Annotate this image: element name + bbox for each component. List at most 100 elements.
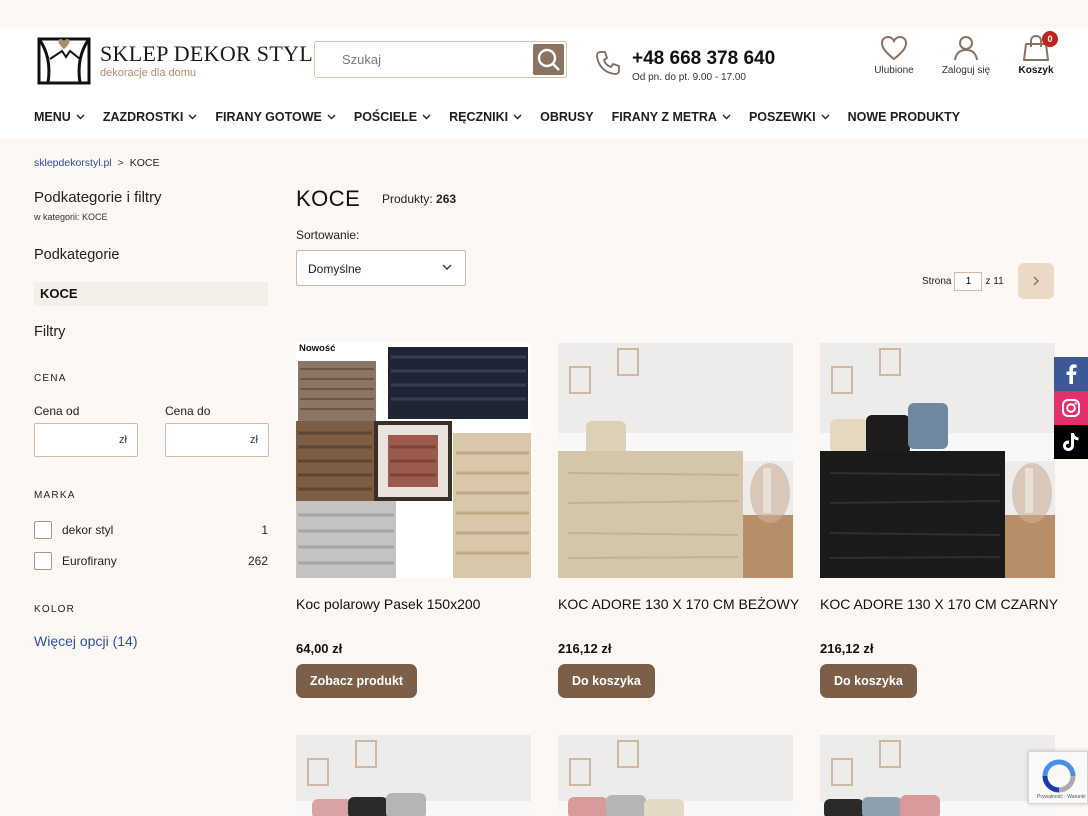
instagram-icon <box>1062 399 1080 417</box>
product-name[interactable]: KOC ADORE 130 X 170 CM BEŻOWY <box>558 596 799 612</box>
add-to-cart-button[interactable]: Do koszyka <box>820 664 917 698</box>
chevron-right-icon <box>1033 276 1039 286</box>
facebook-link[interactable] <box>1054 357 1088 391</box>
add-to-cart-button[interactable]: Do koszyka <box>558 664 655 698</box>
page-total: z 11 <box>985 276 1004 288</box>
nav-label: FIRANY GOTOWE <box>215 110 322 124</box>
sort-label: Sortowanie: <box>296 228 360 242</box>
view-product-button[interactable]: Zobacz produkt <box>296 664 418 698</box>
product-price: 64,00 zł <box>296 641 343 656</box>
category-title: KOCE <box>296 186 361 211</box>
chevron-down-icon <box>422 114 431 120</box>
nav-item-nowe-produkty[interactable]: NOWE PRODUKTY <box>848 107 961 127</box>
price-from-input[interactable]: zł <box>34 423 138 457</box>
logo-title: SKLEP DEKOR STYL <box>100 41 313 66</box>
nav-item-poszewki[interactable]: POSZEWKI <box>749 107 830 127</box>
page-label: Strona <box>922 276 952 288</box>
chevron-down-icon <box>327 114 336 120</box>
search-button[interactable] <box>533 44 564 75</box>
brand-filter-eurofirany[interactable]: Eurofirany 262 <box>34 551 268 571</box>
product-name[interactable]: KOC ADORE 130 X 170 CM CZARNY <box>820 596 1060 612</box>
sort-value: Domyślne <box>308 262 362 276</box>
site-header: SKLEP DEKOR STYL dekoracje dla domu +48 … <box>0 27 1088 139</box>
subcategories-heading: Podkategorie <box>34 247 120 263</box>
search-box <box>314 41 567 78</box>
next-page-button[interactable] <box>1018 263 1054 299</box>
price-to-input[interactable]: zł <box>165 423 269 457</box>
subcategory-item-koce[interactable]: KOCE <box>34 282 268 306</box>
brand-name: dekor styl <box>62 523 114 537</box>
product-name[interactable]: Koc polarowy Pasek 150x200 <box>296 596 536 612</box>
site-logo[interactable]: SKLEP DEKOR STYL dekoracje dla domu <box>36 37 313 85</box>
favorites-label: Ulubione <box>874 65 914 76</box>
nav-label: MENU <box>34 110 71 124</box>
heart-icon <box>880 35 908 61</box>
product-image[interactable] <box>296 343 531 578</box>
brand-section-heading: MARKA <box>34 490 76 501</box>
chevron-down-icon <box>76 114 85 120</box>
product-card[interactable] <box>296 735 531 816</box>
sidebar-subtitle: w kategorii: KOCE <box>34 212 108 222</box>
product-photo-partial <box>296 735 531 816</box>
top-strip <box>0 0 1088 27</box>
brand-filter-dekor-styl[interactable]: dekor styl 1 <box>34 520 268 540</box>
sort-select[interactable]: Domyślne <box>296 250 466 286</box>
brand-count: 262 <box>247 554 268 568</box>
favorites-link[interactable]: Ulubione <box>859 35 929 76</box>
nav-label: POŚCIELE <box>353 110 418 124</box>
cart-label: Koszyk <box>1018 65 1054 76</box>
page-number-input[interactable] <box>954 272 983 291</box>
more-options-link[interactable]: Więcej opcji (14) <box>34 633 137 649</box>
product-photo-partial <box>558 735 793 816</box>
opening-hours: Od pn. do pt. 9.00 - 17.00 <box>632 72 746 83</box>
logo-subtitle: dekoracje dla domu <box>100 67 197 79</box>
instagram-link[interactable] <box>1054 391 1088 425</box>
nav-label: ZAZDROSTKI <box>102 110 184 124</box>
price-section-heading: CENA <box>34 373 67 384</box>
product-image[interactable] <box>558 343 793 578</box>
user-icon <box>954 36 978 61</box>
nav-label: FIRANY Z METRA <box>611 110 717 124</box>
nav-item-menu[interactable]: MENU <box>34 107 85 127</box>
nav-item-reczniki[interactable]: RĘCZNIKI <box>449 107 522 127</box>
nav-label: NOWE PRODUKTY <box>847 110 961 124</box>
chevron-down-icon <box>188 114 197 120</box>
chevron-down-icon <box>821 114 830 120</box>
cart-link[interactable]: 0 Koszyk <box>1001 31 1071 76</box>
product-card[interactable] <box>820 735 1055 816</box>
nav-label: POSZEWKI <box>748 110 816 124</box>
phone-number[interactable]: +48 668 378 640 <box>632 48 775 70</box>
search-icon <box>537 48 560 71</box>
chevron-down-icon <box>722 114 731 120</box>
nav-item-firany-z-metra[interactable]: FIRANY Z METRA <box>612 107 731 127</box>
brand-count: 1 <box>261 523 268 537</box>
tiktok-link[interactable] <box>1054 425 1088 459</box>
nav-item-obrusy[interactable]: OBRUSY <box>540 107 593 127</box>
breadcrumb: sklepdekorstyl.pl > KOCE <box>34 157 160 169</box>
logo-mark-icon <box>37 37 91 85</box>
chevron-down-icon <box>513 114 522 120</box>
products-count-label: Produkty: <box>382 192 433 206</box>
login-link[interactable]: Zaloguj się <box>931 35 1001 76</box>
nav-item-zazdrostki[interactable]: ZAZDROSTKI <box>103 107 198 127</box>
checkbox[interactable] <box>34 552 52 570</box>
nav-item-posciele[interactable]: POŚCIELE <box>354 107 431 127</box>
breadcrumb-home-link[interactable]: sklepdekorstyl.pl <box>34 157 112 169</box>
product-card[interactable] <box>558 735 793 816</box>
product-image[interactable] <box>820 343 1055 578</box>
breadcrumb-current: KOCE <box>129 157 160 169</box>
checkbox[interactable] <box>34 521 52 539</box>
product-photo-beige-blanket-bed <box>558 343 793 578</box>
recaptcha-badge[interactable]: Prywatność - Warunki <box>1028 751 1088 804</box>
nav-item-firany-gotowe[interactable]: FIRANY GOTOWE <box>215 107 336 127</box>
product-price: 216,12 zł <box>558 641 612 656</box>
product-price: 216,12 zł <box>820 641 874 656</box>
chevron-down-icon <box>442 264 452 270</box>
nav-label: RĘCZNIKI <box>449 110 509 124</box>
tiktok-icon <box>1063 433 1079 451</box>
price-from-label: Cena od <box>34 404 80 418</box>
currency-label: zł <box>119 434 127 446</box>
currency-label: zł <box>250 434 258 446</box>
color-section-heading: KOLOR <box>34 604 76 615</box>
search-input[interactable] <box>316 43 531 76</box>
